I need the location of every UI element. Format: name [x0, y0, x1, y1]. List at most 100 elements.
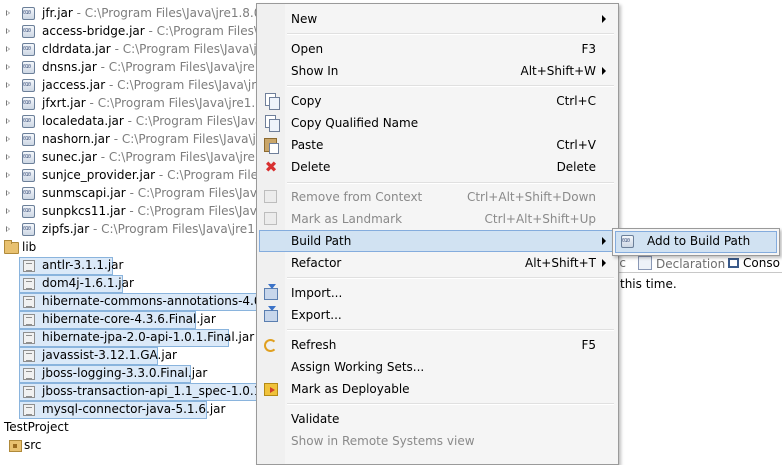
jar-file-icon	[23, 368, 35, 380]
source-folder-icon	[9, 440, 22, 452]
menu-item-label: Build Path	[291, 234, 352, 248]
expand-arrow-icon[interactable]	[6, 208, 10, 214]
jar-name: hibernate-jpa-2.0-api-1.0.1.Final.jar	[42, 330, 255, 344]
expand-arrow-icon[interactable]	[6, 82, 10, 88]
build-path-submenu: Add to Build Path	[612, 228, 780, 256]
menu-item-open[interactable]: Open F3	[259, 38, 616, 60]
declaration-icon	[638, 256, 652, 270]
expand-arrow-icon[interactable]	[6, 46, 10, 52]
copy-qualified-name-icon	[265, 115, 280, 132]
jar-name: nashorn.jar	[42, 132, 110, 146]
menu-item-label: Copy Qualified Name	[291, 116, 419, 130]
expand-arrow-icon[interactable]	[6, 10, 10, 16]
menu-item-label: Mark as Deployable	[291, 382, 410, 396]
expand-arrow-icon[interactable]	[6, 118, 10, 124]
jar-name: hibernate-commons-annotations-4.0.5.F	[42, 294, 284, 308]
package-explorer-tree: jfr.jar - C:\Program Files\Java\jre1.8.0…	[0, 0, 322, 457]
menu-item-show-in-remote-systems[interactable]: Show in Remote Systems view	[259, 430, 616, 452]
expand-arrow-icon[interactable]	[6, 28, 10, 34]
menu-item-refactor[interactable]: Refactor Alt+Shift+T	[259, 252, 616, 274]
jar-file-icon	[22, 187, 35, 200]
jar-file-icon	[23, 314, 35, 326]
menu-item-label: Remove from Context	[291, 190, 423, 204]
jar-file-icon	[22, 223, 35, 236]
jar-file-icon	[22, 115, 35, 128]
tab-declaration[interactable]: Declaration	[638, 256, 725, 271]
menu-item-assign-working-sets[interactable]: Assign Working Sets...	[259, 356, 616, 378]
menu-item-remove-from-context[interactable]: Remove from Context Ctrl+Alt+Shift+Down	[259, 186, 616, 208]
jar-file-icon	[22, 169, 35, 182]
menu-separator	[287, 85, 614, 87]
jar-file-icon	[23, 404, 35, 416]
menu-item-new[interactable]: New	[259, 8, 616, 30]
jar-file-icon	[22, 133, 35, 146]
jar-name: localedata.jar	[42, 114, 124, 128]
menu-item-add-to-build-path[interactable]: Add to Build Path	[615, 231, 777, 253]
menu-item-shortcut: Alt+Shift+W	[520, 64, 597, 78]
menu-item-paste[interactable]: Paste Ctrl+V	[259, 134, 616, 156]
menu-item-label: New	[291, 12, 318, 26]
menu-item-label: Refactor	[291, 256, 342, 270]
menu-separator	[287, 33, 614, 35]
expand-arrow-icon[interactable]	[6, 172, 10, 178]
expand-arrow-icon[interactable]	[6, 100, 10, 106]
jar-file-icon	[23, 278, 35, 290]
menu-item-shortcut: Ctrl+C	[556, 94, 596, 108]
jar-path: - C:\Program Files\Java\jre1.8.0_45	[72, 6, 283, 20]
console-message: this time.	[620, 277, 677, 291]
menu-item-copy-qualified-name[interactable]: Copy Qualified Name	[259, 112, 616, 134]
submenu-arrow-icon	[602, 15, 606, 23]
expand-arrow-icon[interactable]	[6, 136, 10, 142]
menu-item-build-path[interactable]: Build Path	[259, 230, 616, 252]
refresh-icon	[264, 339, 277, 352]
background-view-tabs: oc Declaration Conso	[612, 254, 782, 273]
jar-path: - C:\Program Files\Java\jre1.8.0	[89, 222, 278, 236]
jar-name: jaccess.jar	[42, 78, 106, 92]
jar-name: jboss-transaction-api_1.1_spec-1.0.1.Fin…	[42, 384, 290, 398]
expand-arrow-icon[interactable]	[6, 154, 10, 160]
menu-item-label: Add to Build Path	[647, 234, 751, 248]
submenu-arrow-icon	[602, 67, 606, 75]
jar-name: jfxrt.jar	[42, 96, 86, 110]
jar-name: sunmscapi.jar	[42, 186, 126, 200]
jar-file-icon	[22, 151, 35, 164]
menu-separator	[287, 277, 614, 279]
menu-item-mark-as-deployable[interactable]: Mark as Deployable	[259, 378, 616, 400]
menu-item-copy[interactable]: Copy Ctrl+C	[259, 90, 616, 112]
folder-icon	[4, 240, 19, 254]
jar-name: access-bridge.jar	[42, 24, 145, 38]
menu-item-import[interactable]: Import...	[259, 282, 616, 304]
jar-file-icon	[23, 350, 35, 362]
jar-file-icon	[22, 43, 35, 56]
tab-console[interactable]: Conso	[728, 256, 780, 270]
folder-name: src	[24, 438, 42, 452]
jar-name: javassist-3.12.1.GA.jar	[42, 348, 177, 362]
menu-separator	[287, 403, 614, 405]
jar-file-icon	[23, 260, 35, 272]
remove-context-icon	[264, 190, 277, 203]
menu-item-shortcut: F3	[581, 42, 596, 56]
jar-name: zipfs.jar	[42, 222, 90, 236]
menu-item-shortcut: Ctrl+V	[556, 138, 596, 152]
menu-item-refresh[interactable]: Refresh F5	[259, 334, 616, 356]
expand-arrow-icon[interactable]	[6, 190, 10, 196]
menu-item-delete[interactable]: ✖ Delete Delete	[259, 156, 616, 178]
menu-item-validate[interactable]: Validate	[259, 408, 616, 430]
menu-item-shortcut: F5	[581, 338, 596, 352]
menu-item-label: Refresh	[291, 338, 337, 352]
menu-item-mark-as-landmark[interactable]: Mark as Landmark Ctrl+Alt+Shift+Up	[259, 208, 616, 230]
jar-name: sunjce_provider.jar	[42, 168, 156, 182]
jar-name: antlr-3.1.1.jar	[42, 258, 124, 272]
expand-arrow-icon[interactable]	[6, 226, 10, 232]
jar-file-icon	[23, 296, 35, 308]
menu-item-show-in[interactable]: Show In Alt+Shift+W	[259, 60, 616, 82]
paste-icon	[264, 138, 279, 154]
menu-item-label: Validate	[291, 412, 340, 426]
jar-file-icon	[23, 386, 35, 398]
expand-arrow-icon[interactable]	[6, 64, 10, 70]
jar-file-icon	[22, 205, 35, 218]
jar-file-icon	[22, 25, 35, 38]
menu-item-export[interactable]: Export...	[259, 304, 616, 326]
menu-item-label: Show In	[291, 64, 339, 78]
jar-name: jboss-logging-3.3.0.Final.jar	[42, 366, 208, 380]
